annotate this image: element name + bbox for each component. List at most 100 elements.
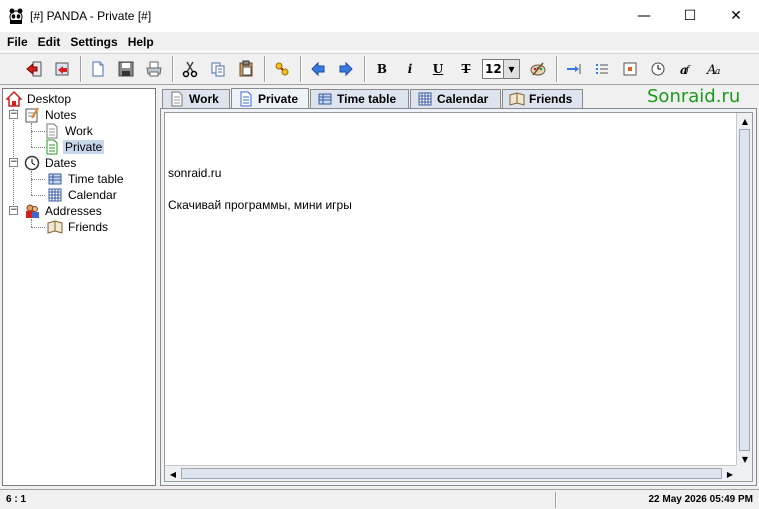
document-icon (238, 91, 254, 107)
tree-item-friends[interactable]: Friends (47, 219, 110, 235)
forward-arrow-icon (339, 61, 353, 77)
tree-item-calendar[interactable]: Calendar (47, 187, 119, 203)
exit-button[interactable] (22, 57, 46, 81)
new-document-button[interactable] (86, 57, 110, 81)
indent-button[interactable] (562, 57, 586, 81)
svg-text:a: a (715, 67, 720, 77)
toolbar: B i U T 12 ▼ af Aa (0, 53, 759, 85)
menu-settings[interactable]: Settings (65, 35, 122, 49)
toolbar-separator (556, 56, 558, 82)
tree-label-addresses: Addresses (45, 204, 102, 218)
clock-icon (651, 62, 665, 76)
tab-time-table[interactable]: Time table (310, 89, 409, 108)
notes-icon (24, 107, 40, 123)
tab-label: Friends (529, 92, 573, 106)
undo-button[interactable] (50, 57, 74, 81)
bold-button[interactable]: B (370, 57, 394, 81)
tab-label: Private (258, 91, 299, 106)
minimize-button[interactable]: — (621, 0, 667, 32)
document-icon (169, 91, 185, 107)
editor-frame: sonraid.ru Скачивай программы, мини игры … (164, 112, 753, 482)
vertical-scroll-thumb[interactable] (739, 129, 750, 451)
note-text-area[interactable]: sonraid.ru Скачивай программы, мини игры (165, 113, 738, 467)
navigation-tree: Desktop − Notes Work Private − Dates Tim… (2, 88, 156, 486)
font-size-value: 12 (485, 62, 502, 76)
toolbar-separator (264, 56, 266, 82)
tab-label: Work (189, 92, 219, 106)
bold-icon: B (376, 62, 388, 76)
text-line: Скачивай программы, мини игры (168, 198, 352, 212)
close-button[interactable]: ✕ (713, 0, 759, 32)
window-title: [#] PANDA - Private [#] (30, 9, 152, 23)
tree-item-work[interactable]: Work (44, 123, 95, 139)
tree-item-private[interactable]: Private (44, 139, 105, 155)
tree-item-dates[interactable]: Dates (24, 155, 78, 171)
back-button[interactable] (306, 57, 330, 81)
address-book-icon (47, 219, 63, 235)
tree-label-friends: Friends (68, 220, 109, 234)
font-button[interactable]: af (674, 57, 698, 81)
tree-label-private: Private (63, 140, 105, 154)
link-button[interactable] (270, 57, 294, 81)
tree-item-time-table[interactable]: Time table (47, 171, 126, 187)
cut-button[interactable] (178, 57, 202, 81)
calendar-grid-icon (47, 187, 63, 203)
font-style-icon: Aa (706, 63, 720, 78)
tab-friends[interactable]: Friends (502, 89, 583, 108)
scroll-up-icon[interactable]: ▲ (737, 113, 753, 129)
copy-button[interactable] (206, 57, 230, 81)
people-icon (24, 203, 40, 219)
horizontal-scroll-thumb[interactable] (181, 468, 722, 479)
underline-icon: U (432, 62, 444, 76)
svg-text:f: f (685, 65, 691, 75)
tab-private[interactable]: Private (231, 88, 309, 108)
insert-time-button[interactable] (646, 57, 670, 81)
title-bar: [#] PANDA - Private [#] — ☐ ✕ (0, 0, 759, 32)
tree-expander-dates[interactable]: − (9, 158, 18, 167)
link-icon (275, 62, 289, 76)
forward-button[interactable] (334, 57, 358, 81)
tab-work[interactable]: Work (162, 89, 230, 108)
italic-icon: i (407, 62, 413, 76)
tree-label-dates: Dates (45, 156, 77, 170)
color-palette-icon (530, 62, 546, 76)
horizontal-scrollbar[interactable]: ◀ ▶ (165, 465, 738, 481)
italic-button[interactable]: i (398, 57, 422, 81)
tree-item-notes[interactable]: Notes (24, 107, 78, 123)
tree-expander-notes[interactable]: − (9, 110, 18, 119)
menu-help[interactable]: Help (123, 35, 159, 49)
address-book-icon (509, 91, 525, 107)
font-size-select[interactable]: 12 ▼ (482, 59, 520, 79)
close-icon: ✕ (730, 8, 742, 24)
copy-icon (211, 62, 225, 77)
vertical-scrollbar[interactable]: ▲ ▼ (736, 113, 752, 467)
color-button[interactable] (526, 57, 550, 81)
maximize-button[interactable]: ☐ (667, 0, 713, 32)
paste-button[interactable] (234, 57, 258, 81)
editor-panel: sonraid.ru Скачивай программы, мини игры … (160, 108, 757, 486)
tab-calendar[interactable]: Calendar (410, 89, 501, 108)
chevron-down-icon[interactable]: ▼ (503, 60, 519, 78)
scroll-left-icon[interactable]: ◀ (165, 466, 181, 482)
minimize-icon: — (637, 8, 651, 24)
home-icon (5, 90, 23, 107)
tree-label-calendar: Calendar (68, 188, 117, 202)
indent-icon (567, 64, 581, 74)
toolbar-separator (300, 56, 302, 82)
underline-button[interactable]: U (426, 57, 450, 81)
tree-item-addresses[interactable]: Addresses (24, 203, 104, 219)
strikethrough-button[interactable]: T (454, 57, 478, 81)
timetable-icon (47, 171, 63, 187)
font-style-button[interactable]: Aa (702, 57, 726, 81)
panda-app-icon (8, 8, 24, 24)
tree-item-desktop[interactable]: Desktop (5, 90, 73, 107)
maximize-icon: ☐ (683, 8, 697, 24)
menu-file[interactable]: File (2, 35, 33, 49)
tree-label-time-table: Time table (68, 172, 124, 186)
menu-edit[interactable]: Edit (33, 35, 66, 49)
insert-date-button[interactable] (618, 57, 642, 81)
list-button[interactable] (590, 57, 614, 81)
print-button[interactable] (142, 57, 166, 81)
tree-expander-addresses[interactable]: − (9, 206, 18, 215)
save-button[interactable] (114, 57, 138, 81)
